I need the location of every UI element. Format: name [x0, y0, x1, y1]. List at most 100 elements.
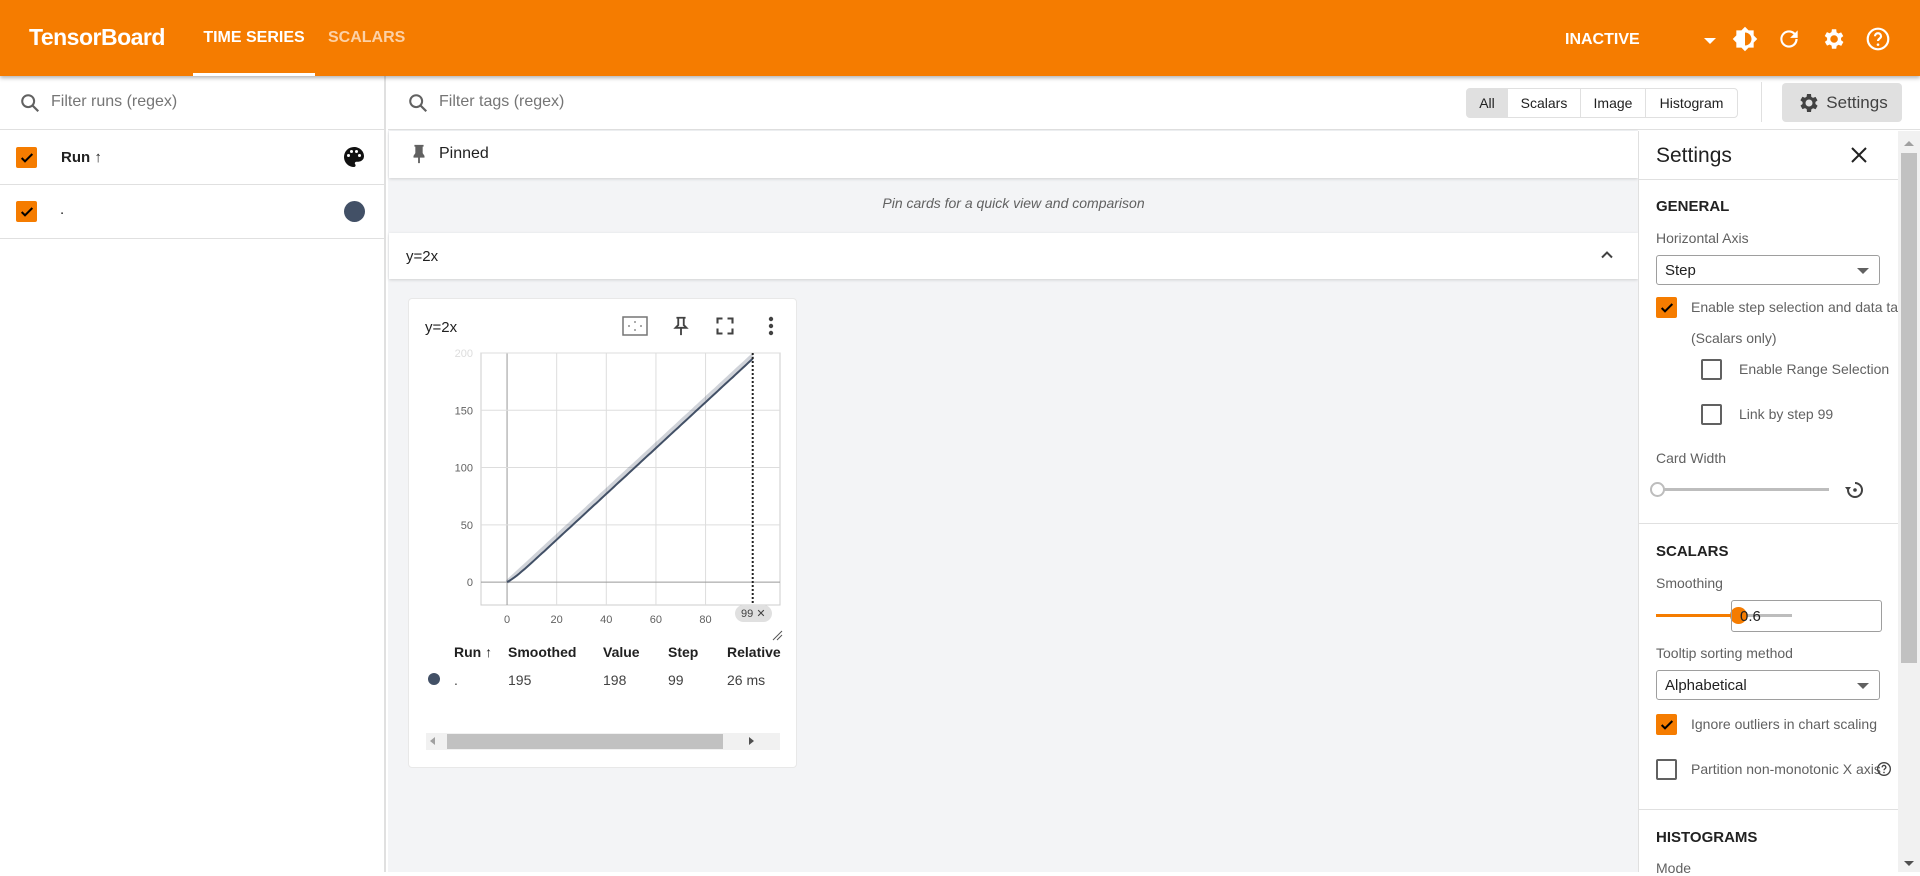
step-selection-checkbox[interactable] — [1656, 297, 1677, 318]
run-sort-header[interactable]: Run ↑ — [61, 149, 102, 166]
settings-icon — [1800, 93, 1818, 112]
logo: TensorBoard — [29, 24, 165, 50]
partition-label: Partition non-monotonic X axis — [1691, 761, 1881, 777]
pinned-title: Pinned — [439, 145, 489, 162]
reset-icon[interactable] — [1843, 478, 1867, 502]
check-icon — [1660, 302, 1673, 313]
close-icon[interactable]: ✕ — [756, 608, 765, 620]
chevron-up-icon[interactable] — [1597, 245, 1617, 265]
horizontal-axis-label: Horizontal Axis — [1656, 230, 1749, 246]
divider — [1639, 179, 1899, 180]
tag-toolbar: Filter tags (regex) All Scalars Image Hi… — [388, 76, 1920, 130]
cell-value: 198 — [603, 672, 627, 688]
general-heading: GENERAL — [1656, 198, 1730, 215]
scroll-down-icon[interactable] — [1904, 861, 1914, 866]
divider — [1639, 809, 1899, 810]
partition-checkbox[interactable] — [1656, 759, 1677, 780]
divider — [1761, 82, 1762, 122]
y-tick-label: 150 — [455, 405, 473, 417]
selected-step-chip[interactable]: 99 ✕ — [735, 605, 772, 622]
select-all-checkbox[interactable] — [16, 147, 37, 168]
runs-filter-input[interactable]: Filter runs (regex) — [51, 93, 177, 111]
close-icon[interactable] — [1849, 145, 1869, 165]
run-color-dot — [428, 673, 440, 685]
search-icon — [409, 94, 428, 113]
x-tick-label: 60 — [650, 614, 662, 626]
filter-all-button[interactable]: All — [1466, 88, 1508, 118]
run-row[interactable]: . — [0, 185, 386, 239]
scroll-up-icon[interactable] — [1904, 141, 1914, 146]
smoothing-slider-fill — [1656, 614, 1738, 617]
tooltip-sort-select[interactable]: Alphabetical — [1656, 670, 1880, 700]
card-width-slider[interactable] — [1656, 488, 1829, 491]
ignore-outliers-checkbox[interactable] — [1656, 714, 1677, 735]
plugin-dropdown[interactable]: INACTIVE — [1565, 31, 1640, 49]
reload-icon[interactable] — [1776, 26, 1802, 52]
data-table: Run ↑ Smoothed Value Step Relative . 195… — [425, 639, 781, 695]
filter-histogram-button[interactable]: Histogram — [1645, 88, 1738, 118]
smoothing-label: Smoothing — [1656, 575, 1723, 591]
scrollbar-thumb[interactable] — [447, 734, 723, 749]
check-icon — [1660, 719, 1673, 730]
check-icon — [20, 152, 33, 163]
theme-icon[interactable] — [1732, 26, 1758, 52]
x-tick-label: 80 — [699, 614, 711, 626]
runs-filter[interactable]: Filter runs (regex) — [0, 76, 386, 130]
help-icon[interactable] — [1865, 26, 1891, 52]
palette-icon[interactable] — [342, 145, 366, 169]
card-width-slider-thumb[interactable] — [1650, 482, 1665, 497]
cell-step: 99 — [668, 672, 684, 688]
tooltip-sort-label: Tooltip sorting method — [1656, 645, 1793, 661]
horizontal-axis-select[interactable]: Step — [1656, 255, 1880, 285]
help-icon[interactable] — [1876, 761, 1892, 777]
run-color-swatch[interactable] — [344, 201, 365, 222]
scalars-only-note: (Scalars only) — [1691, 330, 1777, 346]
pinned-empty-message: Pin cards for a quick view and compariso… — [882, 195, 1145, 211]
settings-title: Settings — [1656, 144, 1732, 167]
run-checkbox[interactable] — [16, 201, 37, 222]
settings-button[interactable]: Settings — [1782, 83, 1902, 122]
ignore-outliers-label: Ignore outliers in chart scaling — [1691, 716, 1877, 732]
scroll-right-icon[interactable] — [749, 737, 754, 745]
x-tick-label: 20 — [551, 614, 563, 626]
y-tick-label: 200 — [455, 348, 473, 360]
search-icon — [21, 94, 40, 113]
chevron-down-icon[interactable] — [1704, 38, 1716, 44]
scalar-card: y=2x 0 20 40 60 80 0 50 100 150 200 99 ✕ Run ↑ Sm… — [408, 298, 797, 768]
y-tick-label: 100 — [455, 463, 473, 475]
range-selection-checkbox[interactable] — [1701, 359, 1722, 380]
check-icon — [20, 206, 33, 217]
tab-scalars[interactable]: SCALARS — [328, 29, 405, 47]
table-horizontal-scrollbar[interactable] — [426, 733, 780, 750]
filter-image-button[interactable]: Image — [1580, 88, 1646, 118]
divider — [1639, 523, 1899, 524]
col-value[interactable]: Value — [603, 639, 668, 665]
group-header[interactable]: y=2x — [389, 233, 1638, 279]
mode-label: Mode — [1656, 860, 1692, 876]
run-name: . — [60, 201, 65, 218]
table-row: . 195 198 99 26 ms — [425, 665, 781, 695]
histograms-heading: HISTOGRAMS — [1656, 829, 1758, 846]
link-by-step-checkbox[interactable] — [1701, 404, 1722, 425]
col-run[interactable]: Run ↑ — [454, 639, 508, 665]
line-chart[interactable]: 0 20 40 60 80 0 50 100 150 200 — [409, 299, 798, 639]
tags-filter-input[interactable]: Filter tags (regex) — [439, 93, 564, 111]
active-tab-indicator — [193, 73, 315, 76]
raw-series-line — [505, 353, 755, 584]
col-relative[interactable]: Relative — [727, 639, 781, 665]
col-smoothed[interactable]: Smoothed — [508, 639, 603, 665]
scrollbar-thumb[interactable] — [1901, 153, 1917, 663]
col-step[interactable]: Step — [668, 639, 727, 665]
filter-scalars-button[interactable]: Scalars — [1507, 88, 1581, 118]
step-selection-label: Enable step selection and data tabl — [1691, 299, 1899, 315]
tab-time-series[interactable]: TIME SERIES — [193, 29, 315, 47]
smoothing-input[interactable]: 0.6 — [1731, 600, 1882, 632]
settings-icon[interactable] — [1820, 26, 1846, 52]
x-tick-label: 0 — [504, 614, 510, 626]
link-by-step-label: Link by step 99 — [1739, 406, 1834, 422]
cell-smoothed: 195 — [508, 672, 532, 688]
settings-panel: Settings GENERAL Horizontal Axis Step En… — [1638, 131, 1899, 876]
settings-scrollbar[interactable] — [1898, 131, 1920, 872]
chevron-down-icon — [1857, 268, 1869, 274]
scroll-left-icon[interactable] — [430, 737, 435, 745]
